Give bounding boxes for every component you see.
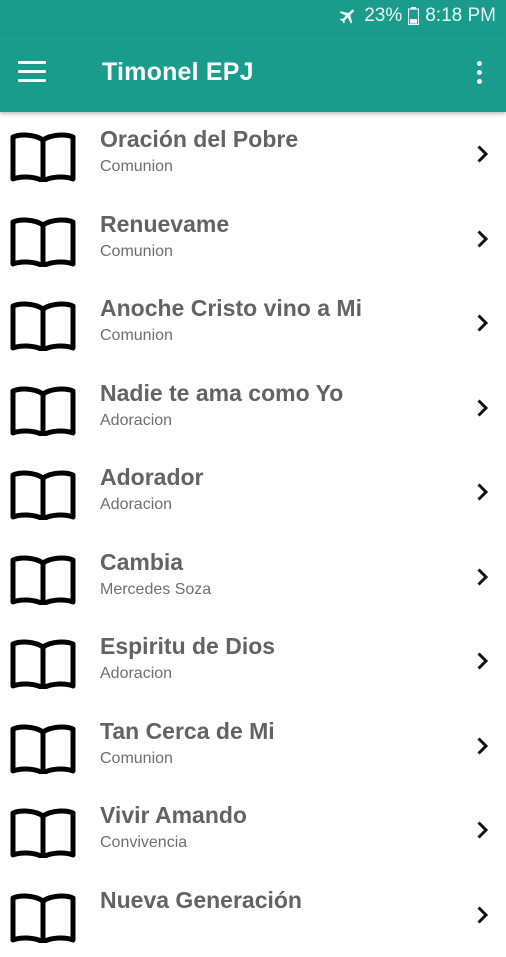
song-category: Comunion <box>100 750 173 768</box>
clock: 8:18 PM <box>425 5 496 27</box>
book-icon <box>10 217 76 267</box>
list-item[interactable]: Cambia Mercedes Soza <box>0 535 506 620</box>
song-title: Tan Cerca de Mi <box>100 718 275 745</box>
song-title: Nadie te ama como Yo <box>100 380 343 407</box>
song-title: Anoche Cristo vino a Mi <box>100 295 362 322</box>
song-title: Vivir Amando <box>100 802 247 829</box>
song-title: Nueva Generación <box>100 887 302 914</box>
chevron-right-icon[interactable] <box>470 734 494 758</box>
song-category: Adoracion <box>100 665 172 683</box>
song-category: Comunion <box>100 243 173 261</box>
song-category: Adoracion <box>100 412 172 430</box>
song-category: Adoracion <box>100 496 172 514</box>
book-icon <box>10 386 76 436</box>
book-icon <box>10 808 76 858</box>
song-title: Adorador <box>100 464 204 491</box>
list-item[interactable]: Vivir Amando Convivencia <box>0 788 506 873</box>
book-icon <box>10 724 76 774</box>
list-item[interactable]: Anoche Cristo vino a Mi Comunion <box>0 281 506 366</box>
chevron-right-icon[interactable] <box>470 480 494 504</box>
chevron-right-icon[interactable] <box>470 903 494 927</box>
chevron-right-icon[interactable] <box>470 142 494 166</box>
chevron-right-icon[interactable] <box>470 565 494 589</box>
app-title: Timonel EPJ <box>102 58 254 87</box>
song-list: Oración del Pobre Comunion Renuevame Comuni… <box>0 112 506 957</box>
song-title: Cambia <box>100 549 183 576</box>
song-category: Comunion <box>100 327 173 345</box>
book-icon <box>10 132 76 182</box>
list-item[interactable]: Tan Cerca de Mi Comunion <box>0 704 506 789</box>
song-category: Comunion <box>100 158 173 176</box>
song-title: Renuevame <box>100 211 229 238</box>
battery-percent: 23% <box>364 5 402 27</box>
chevron-right-icon[interactable] <box>470 227 494 251</box>
airplane-icon <box>338 6 358 26</box>
song-category: Mercedes Soza <box>100 581 211 599</box>
list-item[interactable]: Nadie te ama como Yo Adoracion <box>0 366 506 451</box>
overflow-menu-icon[interactable] <box>474 60 484 88</box>
battery-icon <box>408 7 419 25</box>
list-item[interactable]: Oración del Pobre Comunion <box>0 112 506 197</box>
song-title: Espiritu de Dios <box>100 633 275 660</box>
book-icon <box>10 470 76 520</box>
chevron-right-icon[interactable] <box>470 311 494 335</box>
book-icon <box>10 893 76 943</box>
status-bar: 23% 8:18 PM <box>0 0 506 34</box>
book-icon <box>10 301 76 351</box>
song-title: Oración del Pobre <box>100 126 298 153</box>
chevron-right-icon[interactable] <box>470 818 494 842</box>
chevron-right-icon[interactable] <box>470 396 494 420</box>
list-item[interactable]: Espiritu de Dios Adoracion <box>0 619 506 704</box>
list-item[interactable]: Adorador Adoracion <box>0 450 506 535</box>
list-item[interactable]: Renuevame Comunion <box>0 197 506 282</box>
book-icon <box>10 555 76 605</box>
list-item[interactable]: Nueva Generación <box>0 873 506 957</box>
song-category: Convivencia <box>100 834 187 852</box>
menu-icon[interactable] <box>18 61 46 83</box>
book-icon <box>10 639 76 689</box>
chevron-right-icon[interactable] <box>470 649 494 673</box>
status-right: 23% 8:18 PM <box>338 5 496 27</box>
app-bar: Timonel EPJ <box>0 34 506 112</box>
